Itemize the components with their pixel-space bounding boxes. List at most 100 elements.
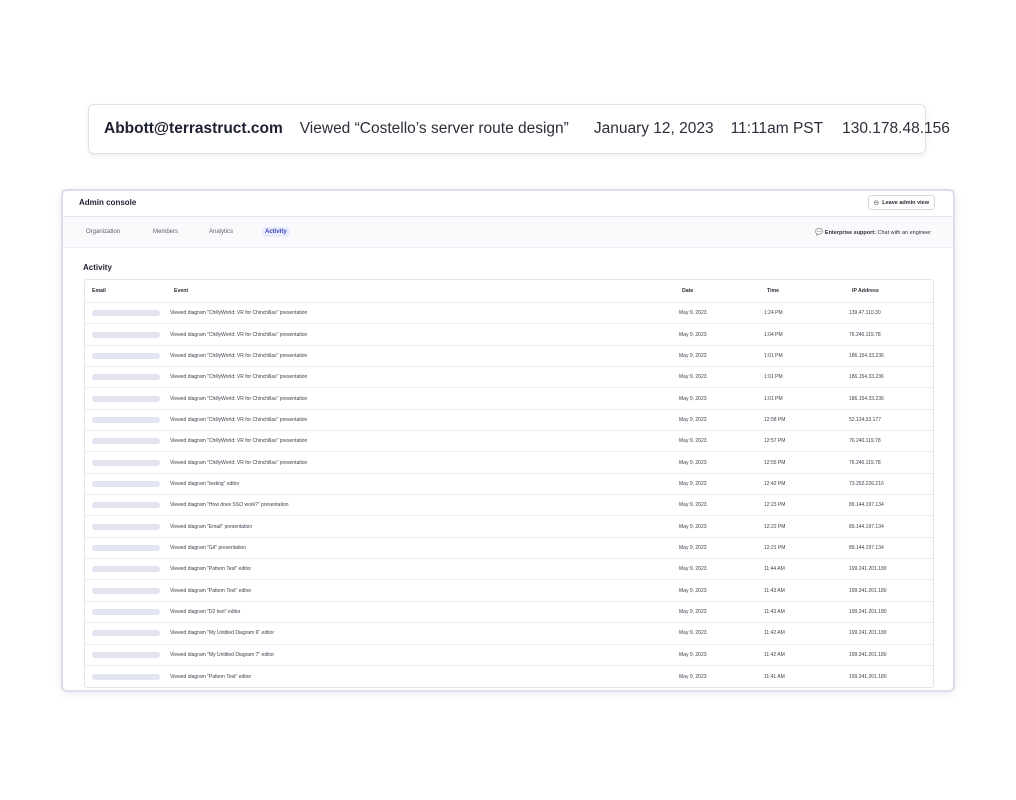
- date-cell: May 9, 2023: [679, 544, 707, 551]
- date-cell: May 9, 2023: [679, 416, 707, 423]
- tab-organization[interactable]: Organization: [83, 227, 123, 237]
- table-row: Viewed diagram "ChillyWorld: VR for Chin…: [85, 431, 933, 453]
- header-time: Time: [767, 288, 780, 294]
- callout-ip: 130.178.48.156: [842, 120, 950, 137]
- header-date: Date: [682, 288, 694, 294]
- ip-cell: 76.240.119.78: [849, 438, 881, 445]
- admin-nav: Organization Members Analytics Activity …: [63, 217, 953, 248]
- time-cell: 12:58 PM: [764, 416, 786, 423]
- table-row: Viewed diagram "Pattern Test" editor May …: [85, 666, 933, 687]
- date-cell: May 9, 2023: [679, 673, 707, 680]
- event-cell: Viewed diagram "ChillyWorld: VR for Chin…: [170, 352, 308, 359]
- ip-cell: 199.241.201.180: [849, 651, 887, 658]
- table-row: Viewed diagram "How does SSO work?" pres…: [85, 495, 933, 517]
- table-row: Viewed diagram "ChillyWorld: VR for Chin…: [85, 324, 933, 346]
- time-cell: 1:01 PM: [764, 374, 783, 381]
- event-cell: Viewed diagram "testing" editor: [170, 480, 240, 487]
- date-cell: May 9, 2023: [679, 608, 707, 615]
- time-cell: 11:42 AM: [764, 651, 785, 658]
- date-cell: May 9, 2023: [679, 395, 707, 402]
- event-cell: Viewed diagram "Email" presentation: [170, 523, 253, 530]
- redacted-email: [92, 438, 160, 445]
- admin-console-title: Admin console: [79, 198, 137, 207]
- tab-activity[interactable]: Activity: [262, 227, 290, 237]
- time-cell: 1:24 PM: [764, 310, 783, 317]
- redacted-email: [92, 587, 160, 594]
- exit-circle-icon: ⊖: [873, 199, 880, 207]
- tab-analytics[interactable]: Analytics: [206, 227, 236, 237]
- date-cell: May 9, 2023: [679, 331, 707, 338]
- ip-cell: 199.241.201.180: [849, 630, 887, 637]
- table-row: Viewed diagram "ChillyWorld: VR for Chin…: [85, 346, 933, 368]
- date-cell: May 9, 2023: [679, 438, 707, 445]
- header-event: Event: [174, 288, 189, 294]
- redacted-email: [92, 480, 160, 487]
- redacted-email: [92, 673, 160, 680]
- event-cell: Viewed diagram "Pattern Test" editor: [170, 673, 252, 680]
- table-header-row: Email Event Date Time IP Address: [85, 280, 933, 303]
- chat-with-engineer-link[interactable]: Chat with an engineer: [877, 230, 931, 236]
- callout-time: 11:11am PST: [730, 120, 824, 137]
- leave-admin-view-label: Leave admin view: [882, 199, 929, 206]
- date-cell: May 9, 2023: [679, 459, 707, 466]
- time-cell: 1:01 PM: [764, 395, 783, 402]
- enterprise-support: 💬 Enterprise support: Chat with an engin…: [815, 228, 931, 236]
- ip-cell: 186.154.33.236: [849, 374, 884, 381]
- event-cell: Viewed diagram "ChillyWorld: VR for Chin…: [170, 395, 308, 402]
- time-cell: 12:21 PM: [764, 544, 786, 551]
- event-cell: Viewed diagram "Pattern Test" editor: [170, 587, 252, 594]
- header-email: Email: [92, 288, 106, 294]
- table-row: Viewed diagram "ChillyWorld: VR for Chin…: [85, 452, 933, 474]
- ip-cell: 89.144.197.134: [849, 544, 884, 551]
- redacted-email: [92, 566, 160, 573]
- redacted-email: [92, 630, 160, 637]
- date-cell: May 9, 2023: [679, 523, 707, 530]
- redacted-email: [92, 502, 160, 509]
- table-row: Viewed diagram "Pattern Test" editor May …: [85, 559, 933, 581]
- enterprise-support-label: Enterprise support:: [824, 230, 876, 236]
- time-cell: 11:43 AM: [764, 608, 785, 615]
- time-cell: 1:04 PM: [764, 331, 783, 338]
- table-row: Viewed diagram "My Untitled Diagram 7" e…: [85, 645, 933, 666]
- ip-cell: 73.252.226.216: [849, 480, 884, 487]
- redacted-email: [92, 544, 160, 551]
- time-cell: 12:22 PM: [764, 523, 786, 530]
- table-row: Viewed diagram "D2 test" editor May 9, 20…: [85, 602, 933, 624]
- table-body: Viewed diagram "ChillyWorld: VR for Chin…: [85, 303, 933, 687]
- ip-cell: 199.241.201.180: [849, 566, 887, 573]
- redacted-email: [92, 310, 160, 317]
- event-cell: Viewed diagram "Git" presentation: [170, 544, 246, 551]
- callout-date: January 12, 2023: [593, 120, 714, 137]
- table-row: Viewed diagram "ChillyWorld: VR for Chin…: [85, 410, 933, 432]
- date-cell: May 9, 2023: [679, 566, 707, 573]
- ip-cell: 76.240.119.78: [849, 459, 881, 466]
- time-cell: 12:55 PM: [764, 459, 786, 466]
- time-cell: 11:42 AM: [764, 630, 785, 637]
- table-row: Viewed diagram "Email" presentation May 9…: [85, 516, 933, 538]
- event-cell: Viewed diagram "Pattern Test" editor: [170, 566, 252, 573]
- time-cell: 12:57 PM: [764, 438, 786, 445]
- leave-admin-view-button[interactable]: ⊖ Leave admin view: [868, 195, 935, 210]
- redacted-email: [92, 523, 160, 530]
- admin-topbar: Admin console ⊖ Leave admin view: [63, 191, 953, 217]
- ip-cell: 186.154.33.236: [849, 352, 884, 359]
- time-cell: 1:01 PM: [764, 352, 783, 359]
- ip-cell: 199.241.201.180: [849, 608, 887, 615]
- redacted-email: [92, 651, 160, 658]
- date-cell: May 9, 2023: [679, 352, 707, 359]
- ip-cell: 89.144.197.134: [849, 523, 884, 530]
- redacted-email: [92, 608, 160, 615]
- redacted-email: [92, 331, 160, 338]
- date-cell: May 9, 2023: [679, 480, 707, 487]
- event-cell: Viewed diagram "ChillyWorld: VR for Chin…: [170, 331, 308, 338]
- admin-console-panel: Admin console ⊖ Leave admin view Organiz…: [61, 189, 955, 692]
- table-row: Viewed diagram "testing" editor May 9, 20…: [85, 474, 933, 496]
- ip-cell: 139.47.110.30: [849, 310, 881, 317]
- tab-members[interactable]: Members: [150, 227, 181, 237]
- ip-cell: 52.124.33.177: [849, 416, 881, 423]
- time-cell: 11:44 AM: [764, 566, 785, 573]
- ip-cell: 199.241.201.180: [849, 587, 887, 594]
- redacted-email: [92, 395, 160, 402]
- redacted-email: [92, 374, 160, 381]
- date-cell: May 9, 2023: [679, 630, 707, 637]
